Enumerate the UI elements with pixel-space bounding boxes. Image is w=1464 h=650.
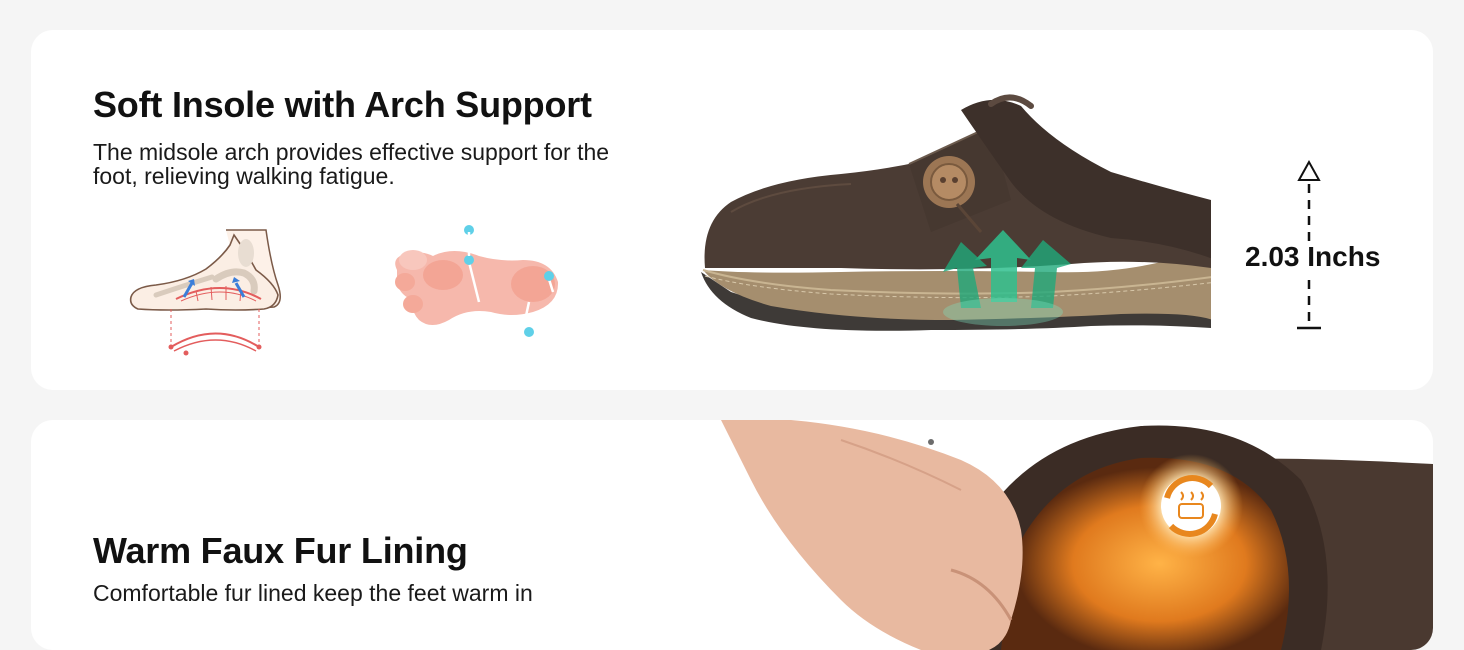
fur-lining-photo [721,420,1433,650]
foot-arch-icon [129,229,281,356]
feature-title: Soft Insole with Arch Support [93,84,592,125]
feature-title: Warm Faux Fur Lining [93,530,468,571]
heat-cycle-icon [1139,454,1243,558]
feature-description: Comfortable fur lined keep the feet warm… [93,580,533,606]
fur-lining-card: Warm Faux Fur Lining Comfortable fur lin… [31,420,1433,650]
arch-support-card: Soft Insole with Arch Support The midsol… [31,30,1433,390]
clog-shoe-image [701,94,1211,331]
feature-description: The midsole arch provides effective supp… [93,139,610,189]
foot-pressure-icon [395,225,559,337]
height-measurement: 2.03 Inchs [1243,241,1383,273]
